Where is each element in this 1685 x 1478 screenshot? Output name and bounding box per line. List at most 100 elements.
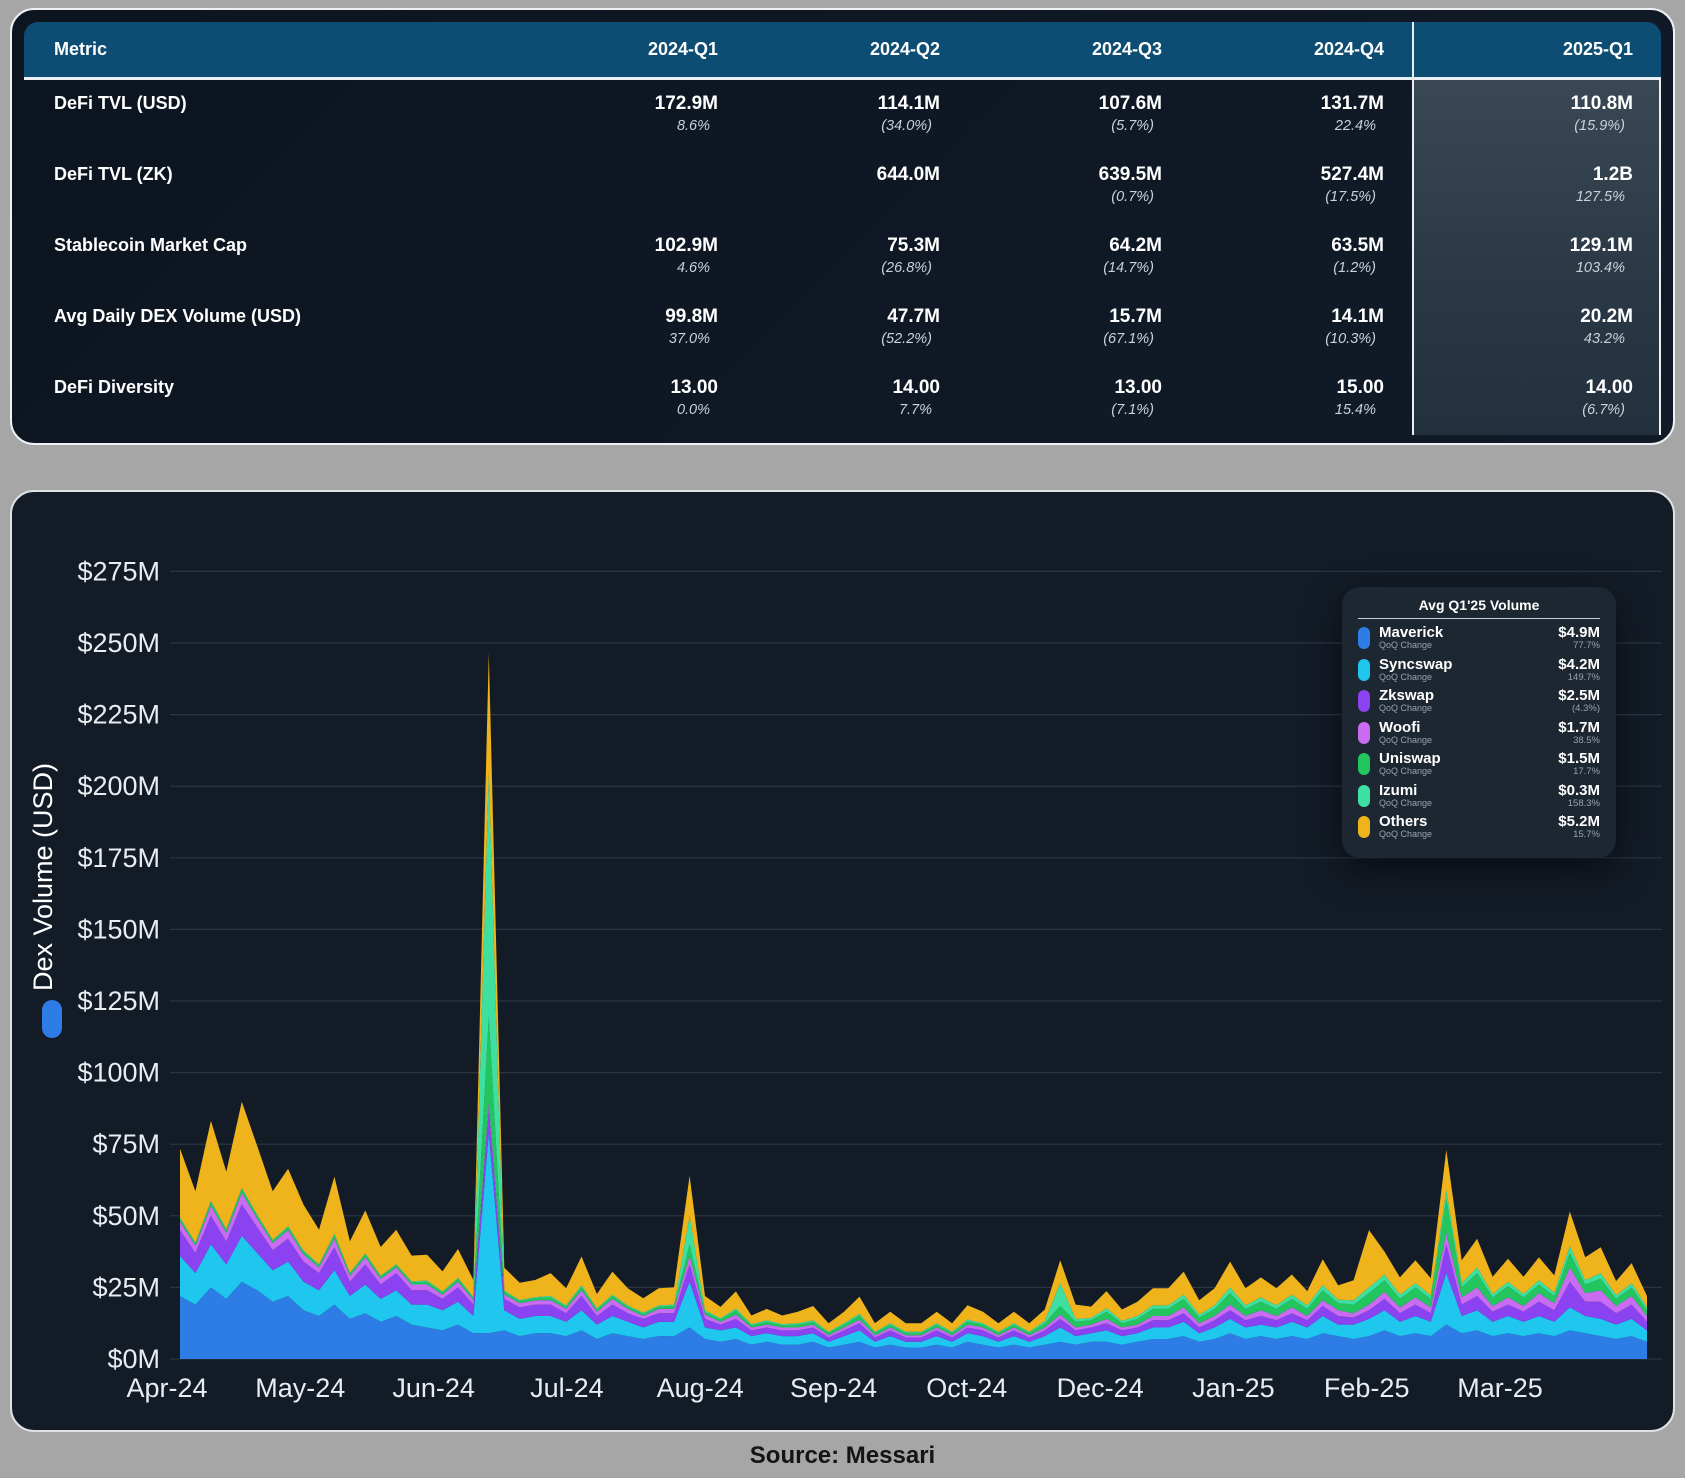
svg-text:$225M: $225M [77, 700, 160, 730]
legend-item-uniswap[interactable]: UniswapQoQ Change $1.5M17.7% [1358, 751, 1600, 783]
svg-text:May-24: May-24 [255, 1373, 345, 1403]
legend-item-name: Syncswap [1379, 657, 1452, 672]
cell-value: 527.4M [1190, 164, 1412, 186]
legend-item-others[interactable]: OthersQoQ Change$5.2M15.7% [1358, 814, 1600, 846]
cell-qoq-change: (14.7%) [968, 260, 1190, 276]
svg-text:Dec-24: Dec-24 [1057, 1373, 1144, 1403]
cell-qoq-change: 8.6% [524, 118, 746, 134]
legend-item-values: $2.5M(4.3%) [1558, 688, 1600, 714]
metric-cell: 15.0015.4% [1190, 377, 1412, 435]
legend-item-maverick[interactable]: MaverickQoQ Change$4.9M77.7% [1358, 625, 1600, 657]
column-header-metric: Metric [24, 39, 524, 60]
legend-item-volume: $4.9M [1558, 625, 1600, 640]
legend-color-pill [1358, 816, 1370, 838]
cell-qoq-change: 43.2% [1412, 331, 1661, 347]
legend-item-text: WoofiQoQ Change [1379, 720, 1432, 745]
legend-item-values: $4.9M77.7% [1558, 625, 1600, 651]
cell-value: 1.2B [1412, 164, 1661, 186]
cell-qoq-change: (15.9%) [1412, 118, 1661, 134]
legend-item-qoq-value: 77.7% [1558, 640, 1600, 651]
svg-text:$275M: $275M [77, 556, 160, 586]
cell-qoq-change: (1.2%) [1190, 260, 1412, 276]
legend-item-syncswap[interactable]: SyncswapQoQ Change$4.2M149.7% [1358, 657, 1600, 689]
legend-item-woofi[interactable]: WoofiQoQ Change $1.7M38.5% [1358, 720, 1600, 752]
cell-value: 110.8M [1412, 93, 1661, 115]
cell-value: 131.7M [1190, 93, 1412, 115]
cell-qoq-change: 37.0% [524, 331, 746, 347]
column-header-2024-q3: 2024-Q3 [968, 39, 1190, 60]
legend-item-text: IzumiQoQ Change [1379, 783, 1432, 808]
cell-qoq-change: (6.7%) [1412, 402, 1661, 418]
metric-cell: 1.2B127.5% [1412, 164, 1661, 222]
cell-value: 102.9M [524, 235, 746, 257]
legend-qoq-label: QoQ Change [1379, 798, 1432, 808]
svg-text:$175M: $175M [77, 843, 160, 873]
metric-cell: 14.1M(10.3%) [1190, 306, 1412, 364]
legend-item-name: Others [1379, 814, 1432, 829]
cell-value: 644.0M [746, 164, 968, 186]
cell-value: 99.8M [524, 306, 746, 328]
metric-label: Stablecoin Market Cap [24, 235, 524, 293]
metric-cell: 47.7M (52.2%) [746, 306, 968, 364]
cell-value: 47.7M [746, 306, 968, 328]
legend-qoq-label: QoQ Change [1379, 640, 1443, 650]
legend-item-name: Zkswap [1379, 688, 1434, 703]
legend-title: Avg Q1'25 Volume [1358, 597, 1600, 619]
cell-value: 75.3M [746, 235, 968, 257]
metric-cell: 63.5M (1.2%) [1190, 235, 1412, 293]
legend-item-volume: $4.2M [1558, 657, 1600, 672]
cell-value: 639.5M [968, 164, 1190, 186]
legend-item-volume: $1.7M [1558, 720, 1600, 735]
legend-qoq-label: QoQ Change [1379, 703, 1434, 713]
column-header-2025-q1: 2025-Q1 [1412, 22, 1661, 77]
legend-item-text: SyncswapQoQ Change [1379, 657, 1452, 682]
legend-item-qoq-value: 38.5% [1558, 735, 1600, 746]
dex-volume-chart-panel: $0M$25M$50M$75M$100M$125M$150M$175M$200M… [10, 490, 1675, 1432]
cell-qoq-change: 7.7% [746, 402, 968, 418]
cell-qoq-change: (52.2%) [746, 331, 968, 347]
table-body: DeFi TVL (USD)172.9M8.6%114.1M(34.0%)107… [24, 80, 1661, 435]
legend-qoq-label: QoQ Change [1379, 672, 1452, 682]
svg-text:Dex Volume (USD): Dex Volume (USD) [28, 763, 58, 991]
metric-cell: 15.7M(67.1%) [968, 306, 1190, 364]
cell-value: 114.1M [746, 93, 968, 115]
metric-cell: 107.6M(5.7%) [968, 93, 1190, 151]
legend-item-izumi[interactable]: IzumiQoQ Change$0.3M158.3% [1358, 783, 1600, 815]
legend-item-qoq-value: (4.3%) [1558, 703, 1600, 714]
svg-text:$250M: $250M [77, 628, 160, 658]
legend-item-values: $1.5M17.7% [1558, 751, 1600, 777]
metric-cell: 131.7M 22.4% [1190, 93, 1412, 151]
cell-qoq-change: 22.4% [1190, 118, 1412, 134]
svg-text:Feb-25: Feb-25 [1324, 1373, 1410, 1403]
cell-qoq-change: 0.0% [524, 402, 746, 418]
svg-text:$125M: $125M [77, 986, 160, 1016]
cell-value: 64.2M [968, 235, 1190, 257]
svg-text:Sep-24: Sep-24 [790, 1373, 877, 1403]
cell-qoq-change: (67.1%) [968, 331, 1190, 347]
cell-qoq-change: 103.4% [1412, 260, 1661, 276]
metric-cell: 75.3M(26.8%) [746, 235, 968, 293]
legend-item-text: UniswapQoQ Change [1379, 751, 1441, 776]
column-header-2024-q1: 2024-Q1 [524, 39, 746, 60]
cell-qoq-change: (17.5%) [1190, 189, 1412, 205]
legend-item-qoq-value: 15.7% [1558, 829, 1600, 840]
legend-color-pill [1358, 785, 1370, 807]
cell-value: 63.5M [1190, 235, 1412, 257]
legend-color-pill [1358, 753, 1370, 775]
legend-item-values: $5.2M15.7% [1558, 814, 1600, 840]
metric-cell: 102.9M4.6% [524, 235, 746, 293]
cell-value: 20.2M [1412, 306, 1661, 328]
table-row: Stablecoin Market Cap102.9M4.6%75.3M(26.… [24, 222, 1661, 293]
legend-item-qoq-value: 17.7% [1558, 766, 1600, 777]
quarterly-metrics-table-panel: Metric2024-Q12024-Q22024-Q32024-Q42025-Q… [10, 8, 1675, 445]
metric-cell: 639.5M(0.7%) [968, 164, 1190, 222]
svg-text:$25M: $25M [92, 1272, 160, 1302]
column-header-2024-q2: 2024-Q2 [746, 39, 968, 60]
svg-text:Aug-24: Aug-24 [657, 1373, 744, 1403]
legend-item-zkswap[interactable]: ZkswapQoQ Change $2.5M(4.3%) [1358, 688, 1600, 720]
legend-qoq-label: QoQ Change [1379, 735, 1432, 745]
source-caption: Source: Messari [0, 1442, 1685, 1470]
svg-text:Jul-24: Jul-24 [530, 1373, 604, 1403]
table-row: Avg Daily DEX Volume (USD)99.8M37.0%47.7… [24, 293, 1661, 364]
metric-label: DeFi TVL (USD) [24, 93, 524, 151]
